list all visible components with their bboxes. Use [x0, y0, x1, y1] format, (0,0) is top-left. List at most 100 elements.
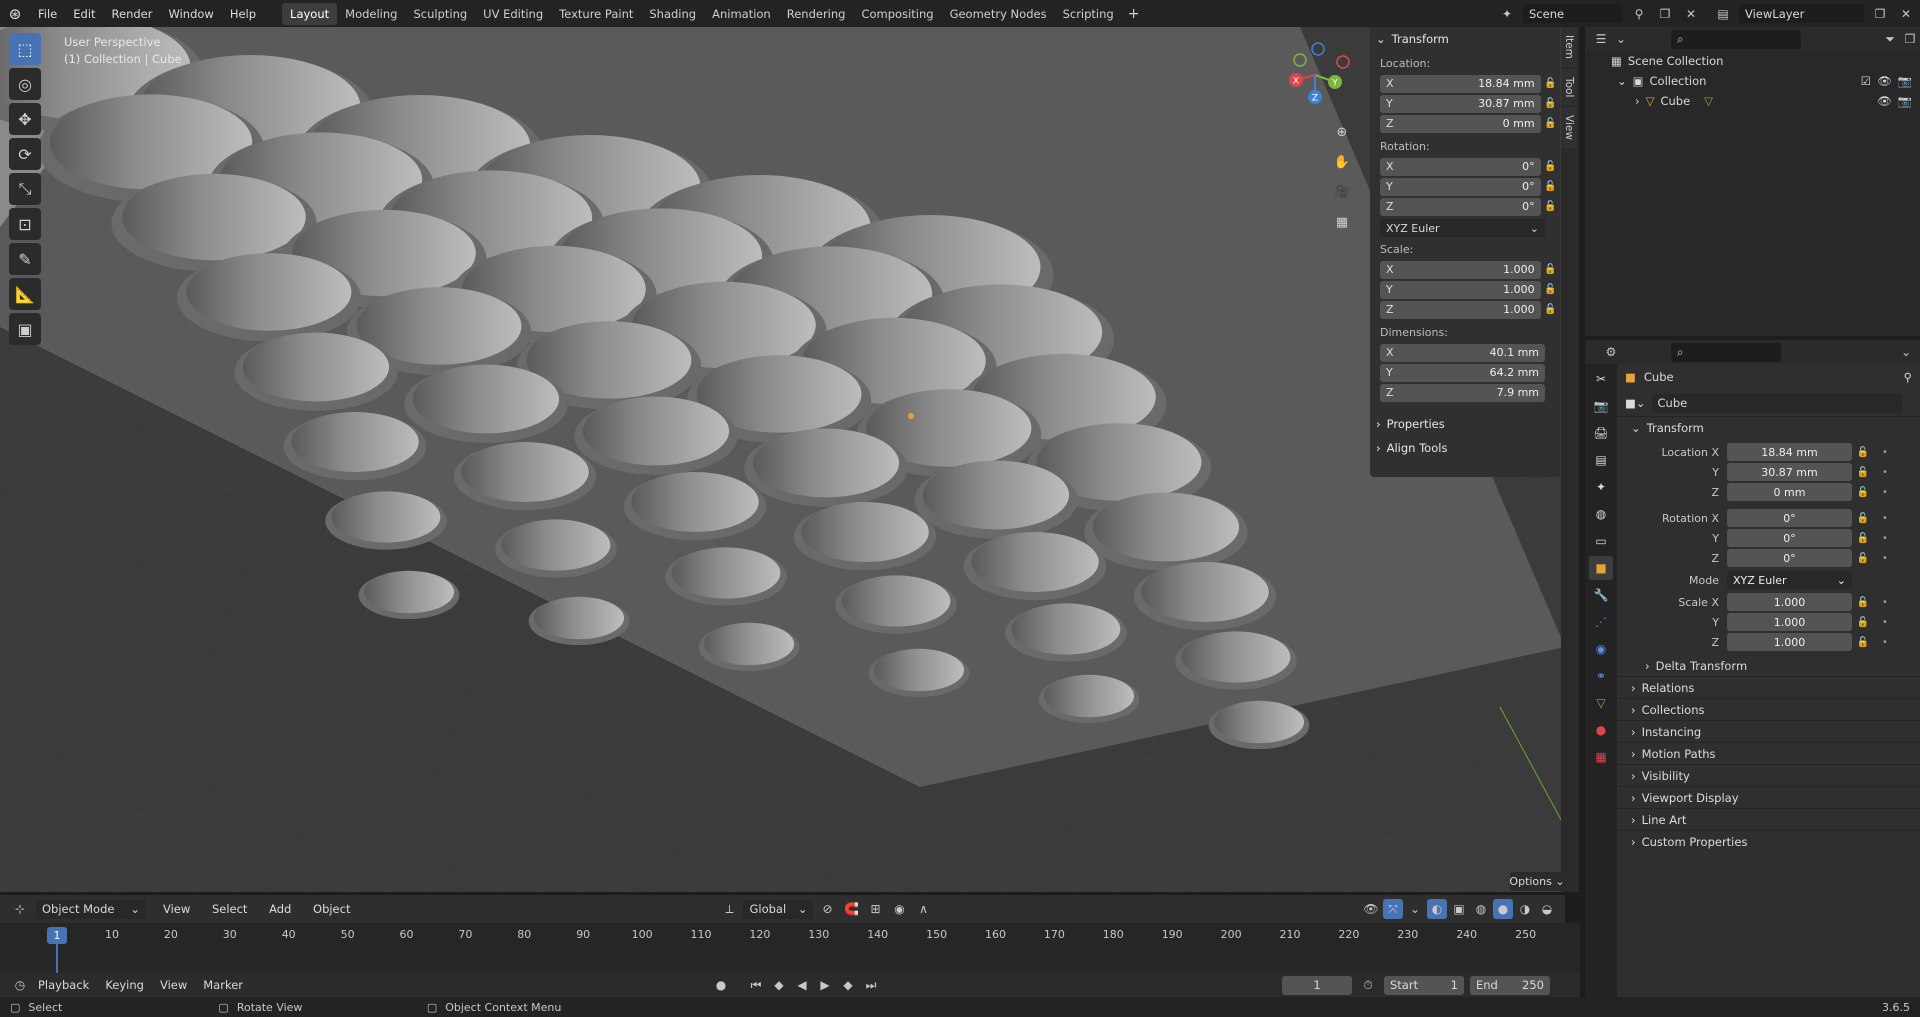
outliner-editor-icon[interactable]: ☰	[1591, 29, 1611, 49]
menu-playback[interactable]: Playback	[30, 978, 97, 992]
menu-keying[interactable]: Keying	[97, 978, 152, 992]
scene-icon[interactable]: ✦	[1497, 4, 1517, 24]
visibility-section[interactable]: › Visibility	[1617, 764, 1920, 786]
jump-start-icon[interactable]: ⏮	[746, 975, 766, 995]
mode-select[interactable]: Object Mode ⌄	[36, 899, 146, 919]
play-reverse-icon[interactable]: ◀	[792, 975, 812, 995]
tab-item[interactable]: Item	[1561, 27, 1577, 67]
annotate-tool[interactable]: ✎	[9, 243, 41, 275]
rotation-y-field[interactable]: Y 0°	[1380, 177, 1541, 196]
object-name-field[interactable]: Cube	[1651, 393, 1902, 413]
world-tab-icon[interactable]: ◍	[1589, 502, 1613, 526]
lock-icon[interactable]: 🔓	[1541, 201, 1560, 212]
viewlayer-icon[interactable]: ▤	[1713, 4, 1733, 24]
tab-rendering[interactable]: Rendering	[779, 3, 854, 25]
tab-view[interactable]: View	[1561, 107, 1577, 149]
output-tab-icon[interactable]: 🖨	[1589, 421, 1613, 445]
prop-rotation-y-field[interactable]: 0°	[1727, 529, 1852, 547]
tab-layout[interactable]: Layout	[282, 2, 338, 25]
rotation-mode-select[interactable]: XYZ Euler ⌄	[1380, 219, 1545, 237]
lock-icon[interactable]: 🔓	[1541, 161, 1560, 172]
menu-object[interactable]: Object	[304, 902, 359, 916]
editor-type-icon[interactable]: ⊹	[10, 899, 30, 919]
camera-icon[interactable]: 🎥	[1330, 180, 1354, 204]
move-tool[interactable]: ✥	[9, 103, 41, 135]
pin-icon[interactable]: ⚲	[1629, 4, 1649, 24]
prop-location-y-field[interactable]: 30.87 mm	[1727, 463, 1852, 481]
tab-sculpting[interactable]: Sculpting	[405, 3, 475, 25]
pivot-icon[interactable]: ⊘	[817, 899, 837, 919]
properties-panel-header[interactable]: › Properties	[1370, 412, 1560, 436]
texture-tab-icon[interactable]: ▦	[1589, 745, 1613, 769]
material-shading-icon[interactable]: ◑	[1515, 899, 1535, 919]
viewport-display-section[interactable]: › Viewport Display	[1617, 786, 1920, 808]
menu-view[interactable]: View	[154, 902, 199, 916]
snap-icon[interactable]: 🧲	[841, 899, 861, 919]
blender-logo-icon[interactable]: ⊛	[0, 5, 30, 23]
new-scene-icon[interactable]: ❐	[1655, 4, 1675, 24]
display-mode-icon[interactable]: ⌄	[1611, 29, 1631, 49]
scale-x-field[interactable]: X 1.000	[1380, 260, 1541, 279]
falloff-icon[interactable]: ∧	[913, 899, 933, 919]
location-y-field[interactable]: Y 30.87 mm	[1380, 94, 1541, 113]
delta-transform-header[interactable]: › Delta Transform	[1617, 656, 1920, 676]
modifier-tab-icon[interactable]: 🔧	[1589, 583, 1613, 607]
rotation-x-field[interactable]: X 0°	[1380, 157, 1541, 176]
transform-section-header[interactable]: ⌄ Transform	[1617, 416, 1920, 438]
dimensions-x-field[interactable]: X 40.1 mm	[1380, 343, 1545, 362]
menu-help[interactable]: Help	[222, 7, 264, 21]
tab-modeling[interactable]: Modeling	[337, 3, 405, 25]
current-frame-marker[interactable]: 1	[47, 927, 67, 944]
dimensions-z-field[interactable]: Z 7.9 mm	[1380, 383, 1545, 402]
jump-end-icon[interactable]: ⏭	[861, 975, 881, 995]
new-collection-icon[interactable]: ❐	[1900, 29, 1920, 49]
collection-tab-icon[interactable]: ▭	[1589, 529, 1613, 553]
prev-key-icon[interactable]: ◆	[769, 975, 789, 995]
physics-tab-icon[interactable]: ◉	[1589, 637, 1613, 661]
menu-timeline-view[interactable]: View	[152, 978, 195, 992]
custom-properties-section[interactable]: › Custom Properties	[1617, 830, 1920, 852]
ortho-grid-icon[interactable]: ▦	[1330, 210, 1354, 234]
prop-location-z-field[interactable]: 0 mm	[1727, 483, 1852, 501]
scale-z-field[interactable]: Z 1.000	[1380, 300, 1541, 319]
rendered-shading-icon[interactable]: ◒	[1537, 899, 1557, 919]
prop-scale-z-field[interactable]: 1.000	[1727, 633, 1852, 651]
view-layer-tab-icon[interactable]: ▤	[1589, 448, 1613, 472]
tab-tool[interactable]: Tool	[1561, 68, 1577, 106]
visibility-icon[interactable]: 👁	[1361, 899, 1381, 919]
prop-mode-select[interactable]: XYZ Euler ⌄	[1727, 571, 1852, 589]
rotation-z-field[interactable]: Z 0°	[1380, 197, 1541, 216]
start-frame-field[interactable]: Start 1	[1384, 975, 1464, 995]
tab-animation[interactable]: Animation	[704, 3, 779, 25]
tab-scripting[interactable]: Scripting	[1055, 3, 1122, 25]
timeline-editor-icon[interactable]: ◷	[10, 975, 30, 995]
transform-panel-header[interactable]: ⌄ Transform	[1370, 27, 1560, 51]
rotate-tool[interactable]: ⟳	[9, 138, 41, 170]
constraints-tab-icon[interactable]: ⚭	[1589, 664, 1613, 688]
select-box-tool[interactable]: ⬚	[9, 33, 41, 65]
gizmo-toggle-icon[interactable]: ⤧	[1383, 899, 1403, 919]
tab-uv-editing[interactable]: UV Editing	[475, 3, 551, 25]
add-cube-tool[interactable]: ▣	[9, 313, 41, 345]
end-frame-field[interactable]: End 250	[1470, 975, 1550, 995]
menu-select[interactable]: Select	[203, 902, 256, 916]
timeline-ruler[interactable]: 1 10 20 30 40 50 60 70 80 90 100 110 120 130 140 150 16…	[0, 925, 1580, 974]
motion-paths-section[interactable]: › Motion Paths	[1617, 742, 1920, 764]
clock-icon[interactable]: ⏱	[1358, 975, 1378, 995]
tab-texture-paint[interactable]: Texture Paint	[551, 3, 641, 25]
menu-file[interactable]: File	[30, 7, 65, 21]
align-tools-panel-header[interactable]: › Align Tools	[1370, 436, 1560, 460]
collections-section[interactable]: › Collections	[1617, 698, 1920, 720]
menu-render[interactable]: Render	[104, 7, 161, 21]
tab-geometry-nodes[interactable]: Geometry Nodes	[942, 3, 1055, 25]
add-workspace-icon[interactable]: +	[1122, 6, 1146, 22]
next-key-icon[interactable]: ◆	[838, 975, 858, 995]
particles-tab-icon[interactable]: ⋰	[1589, 610, 1613, 634]
lock-icon[interactable]: 🔓	[1541, 78, 1560, 89]
menu-add[interactable]: Add	[260, 902, 300, 916]
prop-scale-y-field[interactable]: 1.000	[1727, 613, 1852, 631]
tool-tab-icon[interactable]: ✂	[1589, 367, 1613, 391]
prop-rotation-x-field[interactable]: 0°	[1727, 509, 1852, 527]
outliner-search-input[interactable]: ⌕	[1671, 29, 1801, 49]
filter-icon[interactable]: ⏷	[1880, 29, 1900, 49]
